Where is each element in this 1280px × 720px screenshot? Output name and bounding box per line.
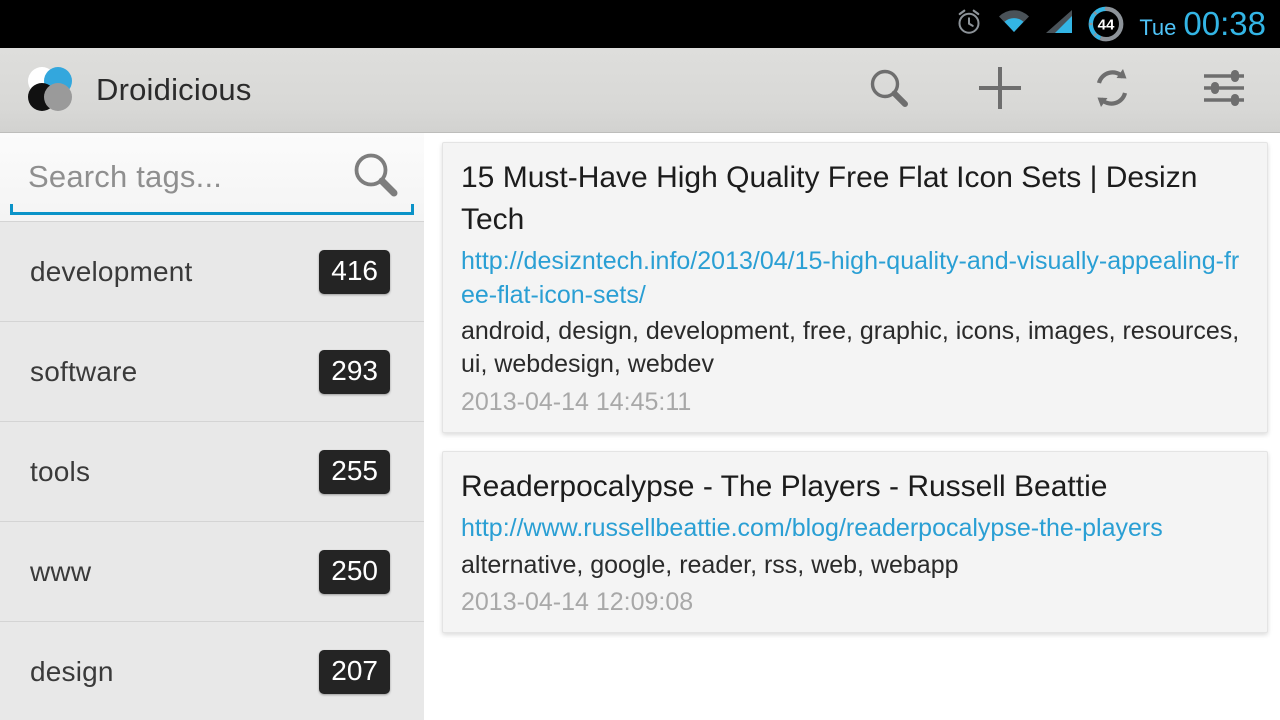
bookmark-tags: android, design, development, free, grap… (461, 315, 1249, 382)
bookmark-url[interactable]: http://www.russellbeattie.com/blog/reade… (461, 512, 1249, 546)
bookmark-tags: alternative, google, reader, rss, web, w… (461, 549, 1249, 582)
tag-label: tools (30, 456, 319, 488)
settings-button[interactable] (1168, 48, 1280, 133)
tag-list-item[interactable]: tools 255 (0, 421, 424, 521)
tag-label: development (30, 256, 319, 288)
status-bar-clock: Tue 00:38 (1139, 5, 1266, 43)
tag-label: design (30, 656, 319, 688)
tag-count-badge: 255 (319, 450, 390, 494)
status-bar-icons: 44 (954, 5, 1125, 43)
tag-search-box[interactable]: Search tags... (0, 133, 424, 221)
tag-label: software (30, 356, 319, 388)
battery-level-text: 44 (1098, 17, 1115, 34)
clock-day: Tue (1139, 15, 1176, 41)
cell-signal-icon (1044, 8, 1074, 41)
bookmark-date: 2013-04-14 12:09:08 (461, 586, 1249, 619)
add-bookmark-button[interactable] (944, 48, 1056, 133)
tag-list-item[interactable]: software 293 (0, 321, 424, 421)
tag-count-badge: 293 (319, 350, 390, 394)
battery-gear-icon: 44 (1087, 5, 1125, 43)
tag-sidebar: Search tags... development 416 software … (0, 133, 424, 720)
alarm-clock-icon (954, 7, 984, 42)
bookmark-list: 15 Must-Have High Quality Free Flat Icon… (424, 133, 1280, 720)
bookmark-title: 15 Must-Have High Quality Free Flat Icon… (461, 157, 1249, 241)
tag-count-badge: 207 (319, 650, 390, 694)
tag-count-badge: 250 (319, 550, 390, 594)
search-icon (865, 65, 911, 116)
tag-list-item[interactable]: design 207 (0, 621, 424, 720)
bookmark-date: 2013-04-14 14:45:11 (461, 386, 1249, 419)
status-bar: 44 Tue 00:38 (0, 0, 1280, 48)
bookmark-card[interactable]: 15 Must-Have High Quality Free Flat Icon… (442, 142, 1268, 433)
action-bar-actions (832, 48, 1280, 133)
tag-list-item[interactable]: development 416 (0, 221, 424, 321)
search-tags-input[interactable]: Search tags... (28, 159, 348, 195)
refresh-icon (1088, 64, 1136, 117)
search-button[interactable] (832, 48, 944, 133)
clock-time: 00:38 (1183, 5, 1266, 43)
bookmark-url[interactable]: http://desizntech.info/2013/04/15-high-q… (461, 245, 1249, 312)
action-bar: Droidicious (0, 48, 1280, 133)
page-title: Droidicious (96, 72, 252, 108)
plus-icon (975, 63, 1025, 118)
search-icon[interactable] (348, 148, 402, 207)
tag-list-item[interactable]: www 250 (0, 521, 424, 621)
bookmark-title: Readerpocalypse - The Players - Russell … (461, 466, 1249, 508)
refresh-button[interactable] (1056, 48, 1168, 133)
bookmark-card[interactable]: Readerpocalypse - The Players - Russell … (442, 451, 1268, 633)
tag-count-badge: 416 (319, 250, 390, 294)
search-underline (10, 212, 414, 215)
app-screen: 44 Tue 00:38 Droidicious (0, 0, 1280, 720)
tag-label: www (30, 556, 319, 588)
wifi-icon (997, 8, 1031, 41)
app-logo-icon (22, 62, 78, 118)
sliders-icon (1200, 66, 1248, 115)
